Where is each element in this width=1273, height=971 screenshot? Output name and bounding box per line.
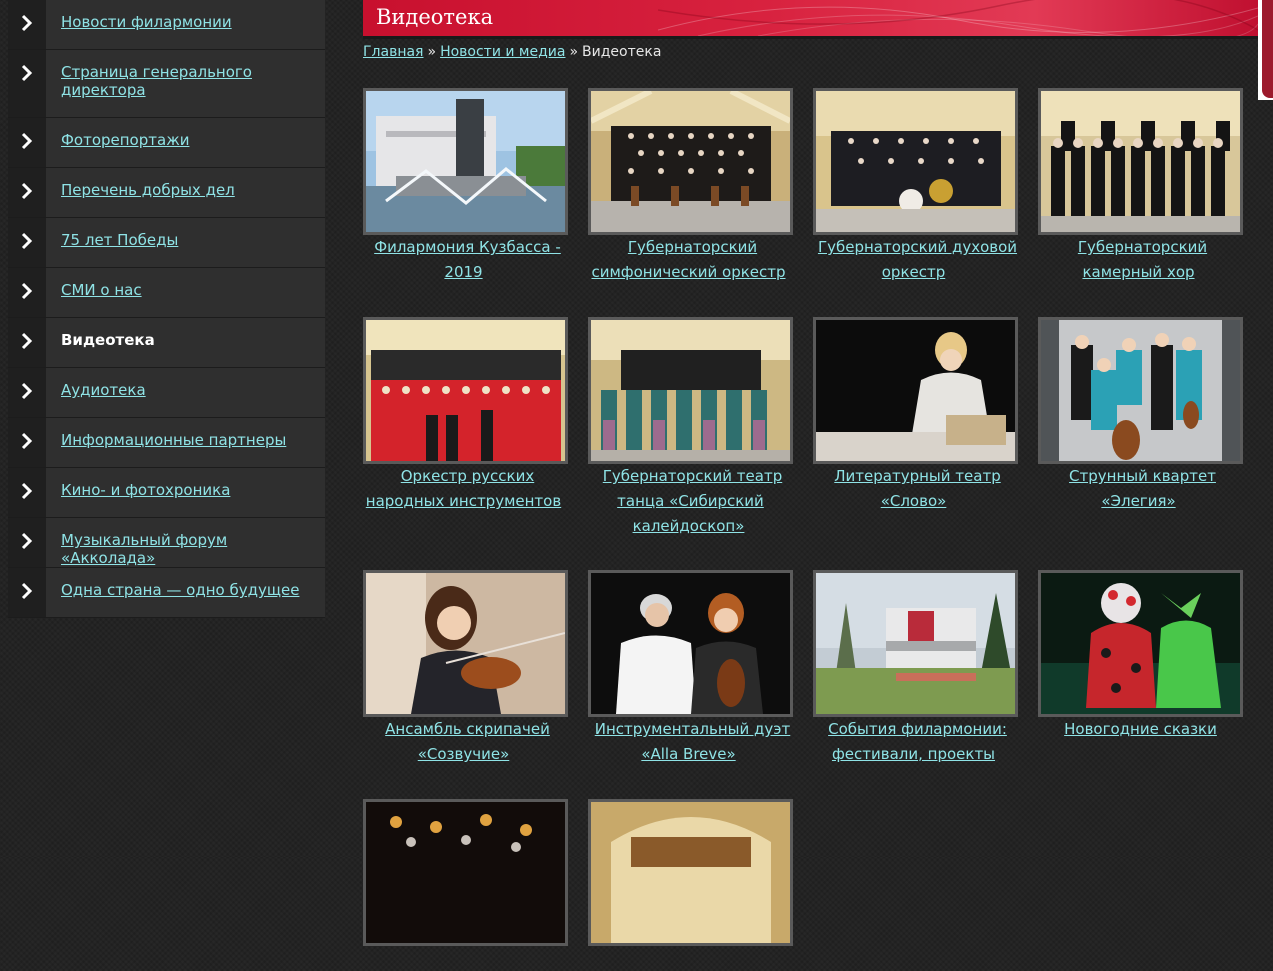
gallery-item-title[interactable]: Филармония Кузбасса - 2019	[370, 238, 561, 281]
gallery-item[interactable]	[363, 799, 568, 971]
chevron-right-icon	[21, 382, 33, 400]
chevron-right-icon	[21, 282, 33, 300]
page-header: Видеотека	[363, 0, 1258, 39]
sidebar-item-good-deeds[interactable]: Перечень добрых дел	[8, 168, 325, 218]
sidebar-item-audio-library[interactable]: Аудиотека	[8, 368, 325, 418]
gallery-item-title[interactable]: Ансамбль скрипачей «Созвучие»	[381, 720, 550, 763]
folk-orchestra-photo[interactable]	[363, 317, 568, 464]
actress-photo[interactable]	[813, 317, 1018, 464]
chevron-right-icon	[21, 132, 33, 150]
gallery-item[interactable]: Инструментальный дуэт «Alla Breve»	[588, 570, 793, 767]
sidebar-item-label[interactable]: Перечень добрых дел	[46, 168, 235, 217]
sidebar-item-label[interactable]: Музыкальный форум «Акколада»	[46, 518, 325, 567]
gallery-item-title[interactable]: Оркестр русских народных инструментов	[366, 467, 565, 510]
chevron-right-icon	[21, 64, 33, 82]
sidebar-item-film-chronicle[interactable]: Кино- и фотохроника	[8, 468, 325, 518]
page-edge-decoration	[1258, 0, 1273, 100]
gallery-item-title[interactable]: Струнный квартет «Элегия»	[1065, 467, 1216, 510]
sidebar-item-label[interactable]: Страница генерального директора	[46, 50, 276, 117]
gallery-item[interactable]: Губернаторский духовой оркестр	[813, 88, 1018, 285]
sidebar-item-info-partners[interactable]: Информационные партнеры	[8, 418, 325, 468]
sidebar-item-label: Видеотека	[61, 331, 155, 349]
chevron-right-icon	[21, 532, 33, 550]
page-title: Видеотека	[376, 5, 494, 29]
sidebar-item-one-country[interactable]: Одна страна — одно будущее	[8, 568, 325, 618]
sidebar-item-media-about-us[interactable]: СМИ о нас	[8, 268, 325, 318]
gallery-item[interactable]: Филармония Кузбасса - 2019	[363, 88, 568, 285]
gallery-item-title[interactable]: Губернаторский театр танца «Сибирский ка…	[599, 467, 782, 535]
choir-photo[interactable]	[1038, 88, 1243, 235]
breadcrumb-home-link[interactable]: Главная	[363, 44, 423, 60]
sidebar-item-label[interactable]: СМИ о нас	[46, 268, 142, 317]
gallery-item-title[interactable]: Новогодние сказки	[1060, 720, 1221, 738]
sidebar-item-video-library[interactable]: Видеотека	[8, 318, 325, 368]
building-fountain-photo[interactable]	[363, 88, 568, 235]
sidebar-item-photo-reports[interactable]: Фоторепортажи	[8, 118, 325, 168]
sidebar-item-label[interactable]: Фоторепортажи	[46, 118, 189, 167]
breadcrumb-current: Видеотека	[582, 44, 662, 60]
sidebar-item-victory-75[interactable]: 75 лет Победы	[8, 218, 325, 268]
gallery-item-title[interactable]: Губернаторский симфонический оркестр	[591, 238, 789, 281]
chevron-right-icon	[21, 482, 33, 500]
chevron-right-icon	[21, 14, 33, 32]
gallery-item[interactable]	[588, 799, 793, 971]
chevron-right-icon	[21, 232, 33, 250]
sidebar-item-label[interactable]: Информационные партнеры	[46, 418, 286, 467]
sidebar-menu: Новости филармонии Страница генерального…	[8, 0, 325, 618]
chevron-right-icon	[21, 582, 33, 600]
string-quartet-photo[interactable]	[1038, 317, 1243, 464]
breadcrumb-section-link[interactable]: Новости и медиа	[440, 44, 565, 60]
duo-photo[interactable]	[588, 570, 793, 717]
sidebar-item-label[interactable]: Одна страна — одно будущее	[46, 568, 299, 617]
breadcrumb: Главная» Новости и медиа» Видеотека	[363, 44, 661, 60]
decorative-swirl-pattern	[658, 0, 1258, 36]
gallery-item-title[interactable]: Инструментальный дуэт «Alla Breve»	[591, 720, 791, 763]
fairy-tale-photo[interactable]	[1038, 570, 1243, 717]
dance-theatre-photo[interactable]	[588, 317, 793, 464]
orchestra-photo[interactable]	[588, 88, 793, 235]
gallery-item-title[interactable]	[462, 949, 470, 967]
gallery-item[interactable]: Губернаторский камерный хор	[1038, 88, 1243, 285]
sidebar-item-label[interactable]: 75 лет Победы	[46, 218, 178, 267]
brass-band-photo[interactable]	[813, 88, 1018, 235]
chevron-right-icon	[21, 432, 33, 450]
breadcrumb-separator: »	[569, 44, 579, 60]
sidebar-item-accolada-forum[interactable]: Музыкальный форум «Акколада»	[8, 518, 325, 568]
sidebar-item-label[interactable]: Кино- и фотохроника	[46, 468, 230, 517]
chevron-right-icon	[21, 182, 33, 200]
gallery-item[interactable]: Губернаторский симфонический оркестр	[588, 88, 793, 285]
gallery-item-title[interactable]: События филармонии: фестивали, проекты	[824, 720, 1007, 763]
gallery-item-title[interactable]: Губернаторский камерный хор	[1074, 238, 1207, 281]
gallery-item[interactable]: Губернаторский театр танца «Сибирский ка…	[588, 317, 793, 539]
gallery-item[interactable]: Ансамбль скрипачей «Созвучие»	[363, 570, 568, 767]
chevron-right-icon	[21, 332, 33, 350]
concert-stage-photo[interactable]	[363, 799, 568, 946]
gallery-item[interactable]: Новогодние сказки	[1038, 570, 1243, 742]
gallery-item-title[interactable]: Губернаторский духовой оркестр	[814, 238, 1017, 281]
gallery-item[interactable]: Струнный квартет «Элегия»	[1038, 317, 1243, 514]
sidebar-item-director-page[interactable]: Страница генерального директора	[8, 50, 325, 118]
gallery-item[interactable]: События филармонии: фестивали, проекты	[813, 570, 1018, 767]
sidebar-item-philharmonic-news[interactable]: Новости филармонии	[8, 0, 325, 50]
breadcrumb-separator: »	[427, 44, 437, 60]
sidebar-item-label[interactable]: Новости филармонии	[46, 0, 232, 49]
gallery-item[interactable]: Литературный театр «Слово»	[813, 317, 1018, 514]
gallery-item-title[interactable]: Литературный театр «Слово»	[830, 467, 1000, 510]
philharmonic-building-photo[interactable]	[813, 570, 1018, 717]
concert-hall-photo[interactable]	[588, 799, 793, 946]
gallery-item[interactable]: Оркестр русских народных инструментов	[363, 317, 568, 514]
violinist-photo[interactable]	[363, 570, 568, 717]
gallery-item-title[interactable]	[687, 949, 695, 967]
sidebar-item-label[interactable]: Аудиотека	[46, 368, 146, 417]
